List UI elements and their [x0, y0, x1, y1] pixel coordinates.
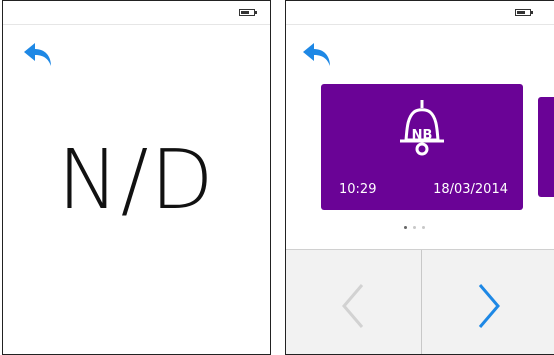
chevron-right-icon [478, 284, 500, 328]
alarm-time: 10:29 [339, 182, 377, 197]
next-button[interactable] [422, 250, 554, 354]
chevron-left-icon [342, 284, 364, 328]
left-device-screen: N/D [2, 0, 271, 355]
battery-icon [239, 9, 257, 16]
alarm-date: 18/03/2014 [433, 182, 508, 197]
next-card-peek[interactable] [538, 97, 554, 197]
back-arrow-icon[interactable] [21, 38, 55, 72]
right-device-screen: NB 10:29 18/03/2014 [285, 0, 554, 355]
battery-icon [515, 9, 533, 16]
status-bar [3, 1, 270, 25]
pager-dot [404, 226, 407, 229]
previous-button[interactable] [286, 250, 420, 354]
pager-dot [422, 226, 425, 229]
back-arrow-icon[interactable] [300, 38, 334, 72]
status-bar [286, 1, 554, 25]
navigation-bar [286, 249, 554, 354]
alarm-badge: NB [411, 128, 433, 143]
not-available-value: N/D [57, 133, 216, 228]
alarm-card[interactable]: NB 10:29 18/03/2014 [321, 84, 523, 210]
pager-dots [404, 226, 431, 232]
pager-dot [413, 226, 416, 229]
